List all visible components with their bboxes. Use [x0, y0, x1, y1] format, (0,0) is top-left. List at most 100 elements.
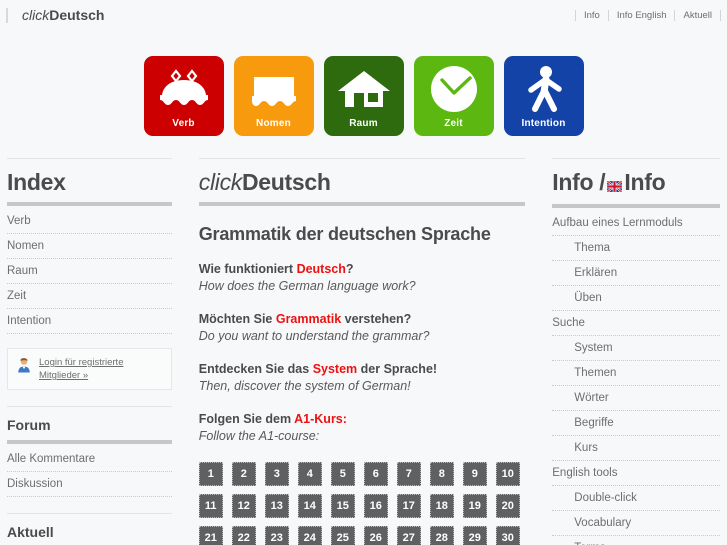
info-item-w-rter[interactable]: Wörter	[552, 386, 720, 411]
info-item-thema[interactable]: Thema	[552, 236, 720, 261]
lesson-number-23[interactable]: 23	[264, 526, 289, 545]
lesson-number-9[interactable]: 9	[462, 462, 487, 486]
tile-verb[interactable]: Verb	[143, 56, 224, 136]
lesson-number-21[interactable]: 21	[198, 526, 223, 545]
info-item-double-click[interactable]: Double-click	[552, 486, 720, 511]
info-item--ben[interactable]: Üben	[552, 286, 720, 311]
user-avatar-icon	[16, 357, 32, 378]
site-logo[interactable]: clickDeutsch	[6, 7, 104, 23]
index-section-header: Index	[7, 158, 172, 195]
uk-flag-icon	[606, 171, 624, 197]
info-item-kurs[interactable]: Kurs	[552, 436, 720, 461]
clock-icon	[414, 56, 494, 118]
forum-rule	[7, 440, 172, 444]
main-title: clickDeutsch	[199, 169, 526, 195]
lesson-number-7[interactable]: 7	[396, 462, 421, 486]
tile-zeit-label: Zeit	[444, 118, 463, 129]
info-item-begriffe[interactable]: Begriffe	[552, 411, 720, 436]
qa-german-2-pre: Möchten Sie	[198, 312, 276, 326]
top-bar: clickDeutsch Info Info English Aktuell	[0, 0, 727, 30]
index-rule	[7, 202, 172, 206]
lesson-number-20[interactable]: 20	[495, 494, 520, 518]
left-sidebar: Index Verb Nomen Raum Zeit Intention Log…	[7, 158, 172, 545]
qa-block-2: Möchten Sie Grammatik verstehen? Do you …	[199, 311, 526, 345]
info-item-english-tools[interactable]: English tools	[552, 461, 720, 486]
lesson-number-14[interactable]: 14	[297, 494, 322, 518]
login-link[interactable]: Login für registrierte Mitglieder »	[39, 356, 163, 382]
info-item-themen[interactable]: Themen	[552, 361, 720, 386]
lesson-number-10[interactable]: 10	[495, 462, 520, 486]
tile-nomen-label: Nomen	[256, 118, 291, 129]
lesson-number-13[interactable]: 13	[264, 494, 289, 518]
lesson-number-27[interactable]: 27	[396, 526, 421, 545]
qa-german-3-post: der Sprache!	[357, 362, 438, 376]
info-item-erkl-ren[interactable]: Erklären	[552, 261, 720, 286]
qa-block-4: Folgen Sie dem A1-Kurs: Follow the A1-co…	[199, 411, 526, 445]
info-rule	[552, 204, 720, 208]
lesson-number-26[interactable]: 26	[363, 526, 388, 545]
sidebar-item-nomen[interactable]: Nomen	[7, 234, 172, 259]
sidebar-item-verb[interactable]: Verb	[7, 209, 172, 234]
topnav-item-info[interactable]: Info	[574, 9, 609, 21]
lesson-number-1[interactable]: 1	[198, 462, 223, 486]
sidebar-item-diskussion[interactable]: Diskussion	[7, 472, 172, 497]
qa-english-4: Follow the A1-course:	[198, 429, 320, 443]
info-link-list: Aufbau eines Lernmoduls Thema Erklären Üben…	[552, 211, 720, 545]
lesson-number-11[interactable]: 11	[198, 494, 223, 518]
tile-raum[interactable]: Raum	[323, 56, 404, 136]
topnav-item-info-english[interactable]: Info English	[609, 9, 676, 21]
lesson-number-30[interactable]: 30	[495, 526, 520, 545]
tile-zeit[interactable]: Zeit	[413, 56, 494, 136]
lesson-number-2[interactable]: 2	[231, 462, 256, 486]
tile-intention-label: Intention	[521, 118, 566, 129]
lesson-number-17[interactable]: 17	[396, 494, 421, 518]
qa-block-3: Entdecken Sie das System der Sprache! Th…	[199, 361, 526, 395]
forum-section-header: Forum	[7, 406, 172, 434]
lesson-number-19[interactable]: 19	[462, 494, 487, 518]
qa-german-1-highlight: Deutsch	[296, 262, 346, 276]
lesson-number-3[interactable]: 3	[264, 462, 289, 486]
info-title-pre: Info /	[552, 169, 606, 195]
info-title: Info / Info	[552, 169, 720, 197]
aktuell-section: Aktuell Verbesserungen [mehr]	[7, 513, 172, 545]
qa-german-3: Entdecken Sie das System der Sprache!	[199, 361, 526, 377]
tile-verb-label: Verb	[172, 118, 195, 129]
lesson-number-5[interactable]: 5	[330, 462, 355, 486]
qa-german-1-pre: Wie funktioniert	[198, 262, 297, 276]
festive-table-icon	[144, 56, 224, 118]
forum-title: Forum	[7, 417, 51, 433]
lesson-number-29[interactable]: 29	[462, 526, 487, 545]
info-item-aufbau-eines-lernmoduls[interactable]: Aufbau eines Lernmoduls	[552, 211, 720, 236]
sidebar-item-raum[interactable]: Raum	[7, 259, 172, 284]
walking-person-icon	[504, 56, 584, 118]
lesson-number-24[interactable]: 24	[297, 526, 322, 545]
sidebar-item-intention[interactable]: Intention	[7, 309, 172, 334]
info-item-system[interactable]: System	[552, 336, 720, 361]
lesson-number-8[interactable]: 8	[429, 462, 454, 486]
info-item-vocabulary[interactable]: Vocabulary	[552, 511, 720, 536]
tile-raum-label: Raum	[349, 118, 378, 129]
tile-intention[interactable]: Intention	[503, 56, 584, 136]
qa-english-1: How does the German language work?	[198, 279, 416, 293]
lesson-number-22[interactable]: 22	[231, 526, 256, 545]
qa-german-1-post: ?	[345, 262, 354, 276]
tile-nomen[interactable]: Nomen	[233, 56, 314, 136]
page-title: Grammatik der deutschen Sprache	[198, 224, 491, 244]
aktuell-title: Aktuell	[7, 524, 54, 540]
lesson-number-12[interactable]: 12	[231, 494, 256, 518]
lesson-number-25[interactable]: 25	[330, 526, 355, 545]
lesson-number-15[interactable]: 15	[330, 494, 355, 518]
lesson-number-18[interactable]: 18	[429, 494, 454, 518]
sidebar-item-alle-kommentare[interactable]: Alle Kommentare	[7, 447, 172, 472]
info-title-post: Info	[624, 169, 666, 195]
lesson-number-4[interactable]: 4	[297, 462, 322, 486]
lesson-number-6[interactable]: 6	[363, 462, 388, 486]
lesson-number-16[interactable]: 16	[363, 494, 388, 518]
sidebar-item-zeit[interactable]: Zeit	[7, 284, 172, 309]
info-item-terms[interactable]: Terms	[552, 536, 720, 545]
login-box[interactable]: Login für registrierte Mitglieder »	[7, 348, 172, 390]
lesson-number-28[interactable]: 28	[429, 526, 454, 545]
house-icon	[324, 56, 404, 118]
info-item-suche[interactable]: Suche	[552, 311, 720, 336]
topnav-item-aktuell[interactable]: Aktuell	[675, 9, 721, 21]
